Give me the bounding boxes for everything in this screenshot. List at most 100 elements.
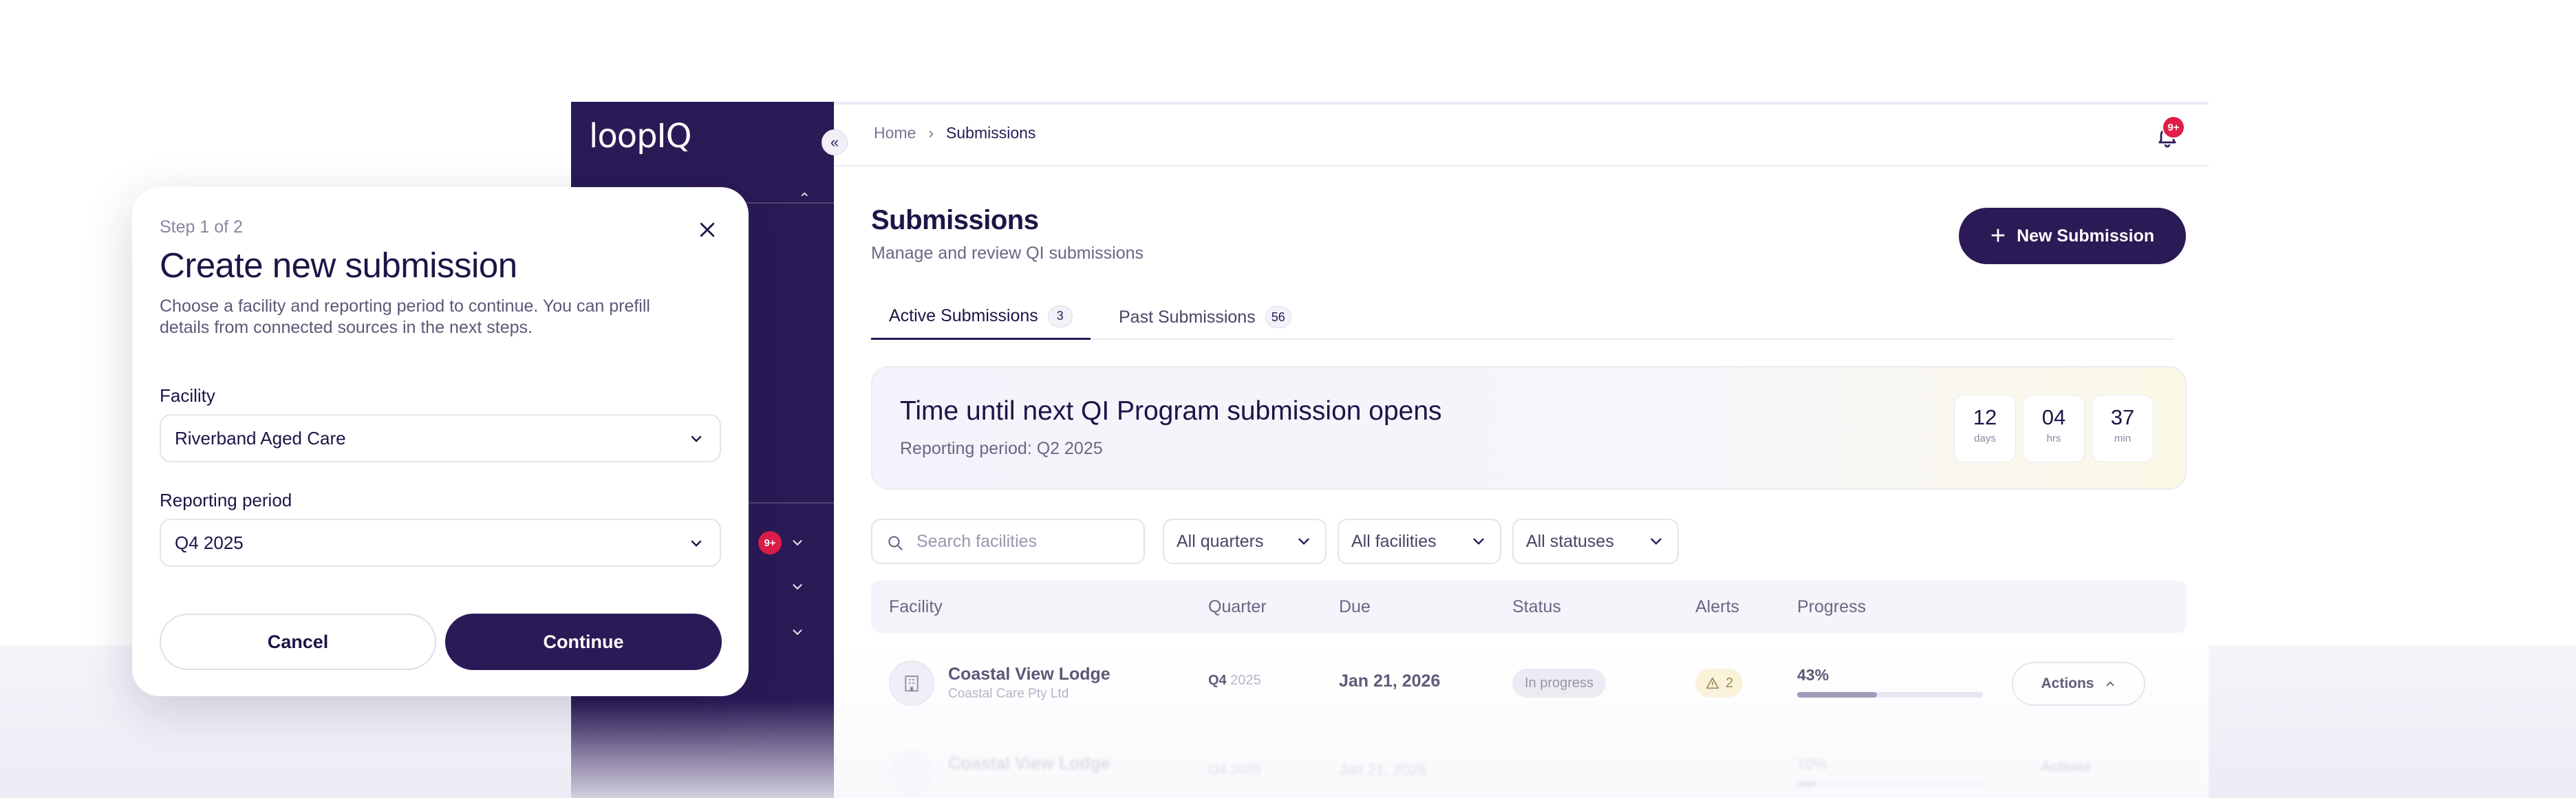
sidebar-fade	[571, 700, 834, 798]
countdown-unit: hrs	[2046, 433, 2061, 444]
column-alerts[interactable]: Alerts	[1695, 597, 1739, 617]
search-placeholder: Search facilities	[916, 531, 1038, 551]
period-label: Reporting period	[160, 490, 292, 510]
modal-description: Choose a facility and reporting period t…	[160, 296, 650, 337]
collapse-sidebar-button[interactable]: «	[822, 129, 848, 155]
progress-label: 10%	[1797, 755, 1828, 773]
notification-badge: 9+	[2162, 116, 2185, 139]
facility-label: Facility	[160, 385, 215, 406]
facility-select[interactable]: Riverband Aged Care	[160, 414, 721, 462]
main-content: Home › Submissions 9+ Submissions Manage…	[834, 102, 2209, 798]
quarter-year: 2025	[1230, 762, 1261, 777]
quarter-cell: Q4 2025	[1208, 673, 1261, 689]
table-row[interactable]: Coastal View Lodge Coastal Care Pty Ltd …	[871, 643, 2187, 725]
alerts-count: 2	[1726, 675, 1734, 691]
building-icon	[889, 750, 934, 795]
countdown-value: 37	[2110, 405, 2135, 429]
modal-title: Create new submission	[160, 246, 517, 285]
facility-organisation: Coastal Care Pty Ltd	[948, 687, 1069, 701]
facility-select-value: Riverband Aged Care	[175, 427, 346, 449]
search-input[interactable]: Search facilities	[871, 519, 1145, 564]
progress-label: 43%	[1797, 666, 1829, 684]
stage: loopIQ ⌃ t 9+ « Home › Submissions 9+	[0, 0, 2576, 798]
chevron-down-icon[interactable]	[790, 579, 805, 594]
breadcrumb-home[interactable]: Home	[874, 124, 916, 142]
tab-label: Active Submissions	[889, 306, 1038, 325]
facility-filter[interactable]: All facilities	[1338, 519, 1501, 564]
step-indicator: Step 1 of 2	[160, 217, 243, 237]
chevron-down-icon	[691, 435, 702, 442]
tab-label: Past Submissions	[1119, 307, 1256, 327]
page-subtitle: Manage and review QI submissions	[871, 244, 1144, 263]
countdown-minutes: 37 min	[2092, 395, 2154, 462]
table-row[interactable]: Coastal View Lodge Q4 2025 Jan 21, 2026 …	[871, 732, 2187, 798]
banner-title: Time until next QI Program submission op…	[900, 396, 1442, 426]
column-progress[interactable]: Progress	[1797, 597, 1866, 617]
topbar: Home › Submissions 9+	[834, 102, 2209, 166]
status-filter-value: All statuses	[1526, 531, 1614, 551]
breadcrumb-separator: ›	[928, 124, 934, 142]
countdown-value: 04	[2041, 405, 2066, 429]
new-submission-button[interactable]: + New Submission	[1959, 208, 2186, 264]
quarter-cell: Q4 2025	[1208, 762, 1261, 778]
due-date: Jan 21, 2026	[1339, 761, 1427, 778]
status-filter[interactable]: All statuses	[1512, 519, 1679, 564]
due-date: Jan 21, 2026	[1339, 671, 1441, 691]
continue-button[interactable]: Continue	[445, 614, 722, 670]
app-window: loopIQ ⌃ t 9+ « Home › Submissions 9+	[571, 102, 2209, 798]
countdown-unit: min	[2114, 433, 2132, 444]
chevron-down-icon[interactable]	[790, 625, 805, 640]
breadcrumb: Home › Submissions	[874, 124, 1035, 142]
page-title: Submissions	[871, 205, 1039, 235]
countdown-unit: days	[1974, 433, 1996, 444]
warning-icon	[1706, 677, 1719, 689]
quarter-label: Q4	[1208, 762, 1227, 777]
chevron-down-icon	[1298, 538, 1309, 545]
alerts-badge: 2	[1695, 669, 1743, 698]
tab-past-submissions[interactable]: Past Submissions 56	[1119, 294, 1291, 340]
progress-bar	[1797, 692, 1983, 698]
quarter-year: 2025	[1230, 673, 1261, 688]
actions-button[interactable]: Actions	[2012, 662, 2145, 706]
column-status[interactable]: Status	[1512, 597, 1561, 617]
table-header: Facility Quarter Due Status Alerts Progr…	[871, 581, 2187, 633]
progress-fill	[1797, 692, 1878, 698]
sidebar-badge: 9+	[758, 531, 782, 554]
countdown-banner: Time until next QI Program submission op…	[871, 366, 2187, 490]
cancel-button[interactable]: Cancel	[160, 614, 436, 670]
quarter-filter-value: All quarters	[1177, 531, 1264, 551]
column-facility[interactable]: Facility	[889, 597, 943, 617]
column-due[interactable]: Due	[1339, 597, 1371, 617]
facility-name: Coastal View Lodge	[948, 665, 1110, 684]
tabs: Active Submissions 3 Past Submissions 56	[871, 294, 2174, 340]
quarter-label: Q4	[1208, 673, 1227, 688]
chevron-down-icon	[1651, 538, 1662, 545]
progress-fill	[1797, 781, 1816, 787]
building-icon	[889, 660, 934, 706]
countdown-hours: 04 hrs	[2023, 395, 2085, 462]
chevron-down-icon[interactable]	[790, 535, 805, 550]
facility-filter-value: All facilities	[1351, 531, 1437, 551]
chevron-up-icon[interactable]: ⌃	[798, 190, 811, 208]
progress-bar	[1797, 781, 1983, 787]
countdown-value: 12	[1973, 405, 1997, 429]
tab-active-submissions[interactable]: Active Submissions 3	[871, 294, 1091, 340]
app-logo: loopIQ	[589, 117, 691, 155]
actions-label[interactable]: Actions	[2041, 759, 2091, 775]
chevron-up-icon	[2106, 681, 2114, 687]
actions-label: Actions	[2041, 676, 2094, 691]
quarter-filter[interactable]: All quarters	[1163, 519, 1327, 564]
search-icon	[888, 536, 903, 550]
period-select[interactable]: Q4 2025	[160, 519, 721, 567]
column-quarter[interactable]: Quarter	[1208, 597, 1267, 617]
period-select-value: Q4 2025	[175, 532, 244, 553]
facility-name: Coastal View Lodge	[948, 754, 1110, 773]
breadcrumb-current: Submissions	[946, 124, 1036, 142]
countdown-days: 12 days	[1954, 395, 2016, 462]
plus-icon: +	[1990, 222, 2006, 250]
close-button[interactable]	[692, 215, 722, 245]
banner-subtitle: Reporting period: Q2 2025	[900, 439, 1103, 458]
status-badge: In progress	[1512, 669, 1607, 698]
close-icon	[700, 222, 715, 237]
new-submission-label: New Submission	[2017, 226, 2155, 246]
